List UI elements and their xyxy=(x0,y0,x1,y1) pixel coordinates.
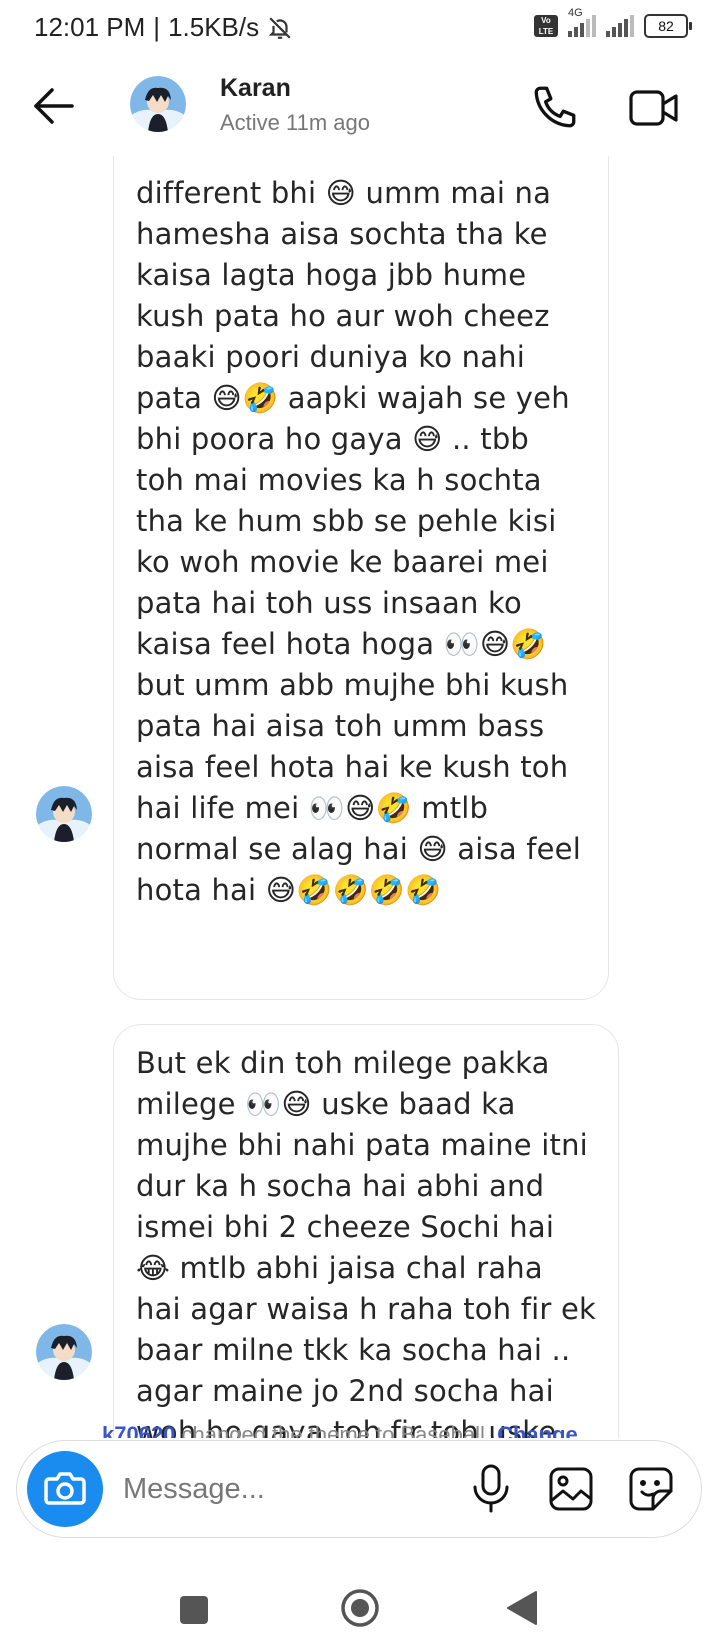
message-input[interactable] xyxy=(121,1463,425,1515)
theme-change-notice: k70620 changed the theme to Baseball. Ch… xyxy=(102,1422,578,1438)
camera-button[interactable] xyxy=(27,1451,103,1527)
message-text: But ek din toh milege pakka milege 👀😅 us… xyxy=(136,1046,596,1438)
status-indicators: Vo LTE 4G 82 xyxy=(534,7,692,38)
battery-icon: 82 xyxy=(644,14,692,38)
sticker-button[interactable] xyxy=(627,1465,675,1513)
chat-header: Karan Active 11m ago xyxy=(0,60,720,156)
contact-active-status: Active 11m ago xyxy=(220,110,371,135)
system-navigation-bar xyxy=(0,1560,720,1650)
notice-text: changed the theme to Baseball. xyxy=(175,1422,498,1438)
image-icon xyxy=(549,1467,593,1511)
audio-call-button[interactable] xyxy=(530,82,580,132)
camera-icon xyxy=(44,1472,86,1505)
home-button[interactable] xyxy=(340,1588,380,1628)
microphone-icon xyxy=(473,1464,509,1513)
phone-icon xyxy=(534,86,576,128)
change-theme-link[interactable]: Change xyxy=(497,1422,578,1438)
status-time-group: 12:01 PM | 1.5KB/s xyxy=(34,12,293,43)
back-button[interactable] xyxy=(28,80,80,132)
signal-4g-icon: 4G xyxy=(568,7,596,37)
contact-avatar[interactable] xyxy=(130,76,186,132)
video-camera-icon xyxy=(629,90,678,126)
gallery-button[interactable] xyxy=(547,1465,595,1513)
status-bar: 12:01 PM | 1.5KB/s Vo LTE 4G 82 xyxy=(0,0,720,56)
arrow-left-icon xyxy=(34,88,74,124)
status-separator: | xyxy=(153,12,161,42)
sender-avatar[interactable] xyxy=(36,786,92,842)
battery-level: 82 xyxy=(658,18,674,34)
signal-icon xyxy=(606,15,634,37)
notice-username[interactable]: k70620 xyxy=(102,1422,175,1438)
home-circle-icon xyxy=(341,1589,379,1627)
nav-back-button[interactable] xyxy=(506,1590,540,1626)
message-composer xyxy=(16,1440,702,1538)
triangle-back-icon xyxy=(507,1591,537,1625)
message-bubble[interactable]: But ek din toh milege pakka milege 👀😅 us… xyxy=(113,1024,619,1438)
volte-badge: Vo LTE xyxy=(534,15,558,37)
network-speed: 1.5KB/s xyxy=(168,12,260,42)
video-call-button[interactable] xyxy=(628,86,680,130)
contact-name[interactable]: Karan xyxy=(220,74,291,103)
message-text: different bhi 😅 umm mai na hamesha aisa … xyxy=(136,176,581,907)
message-bubble[interactable]: different bhi 😅 umm mai na hamesha aisa … xyxy=(113,156,609,1000)
bell-off-icon xyxy=(268,16,291,39)
network-type: 4G xyxy=(568,7,583,19)
voice-message-button[interactable] xyxy=(469,1463,513,1515)
sender-avatar[interactable] xyxy=(36,1324,92,1380)
sticker-icon xyxy=(629,1467,673,1511)
message-list[interactable]: different bhi 😅 umm mai na hamesha aisa … xyxy=(0,156,720,1438)
status-time: 12:01 PM xyxy=(34,12,146,42)
recent-apps-button[interactable] xyxy=(180,1596,208,1624)
